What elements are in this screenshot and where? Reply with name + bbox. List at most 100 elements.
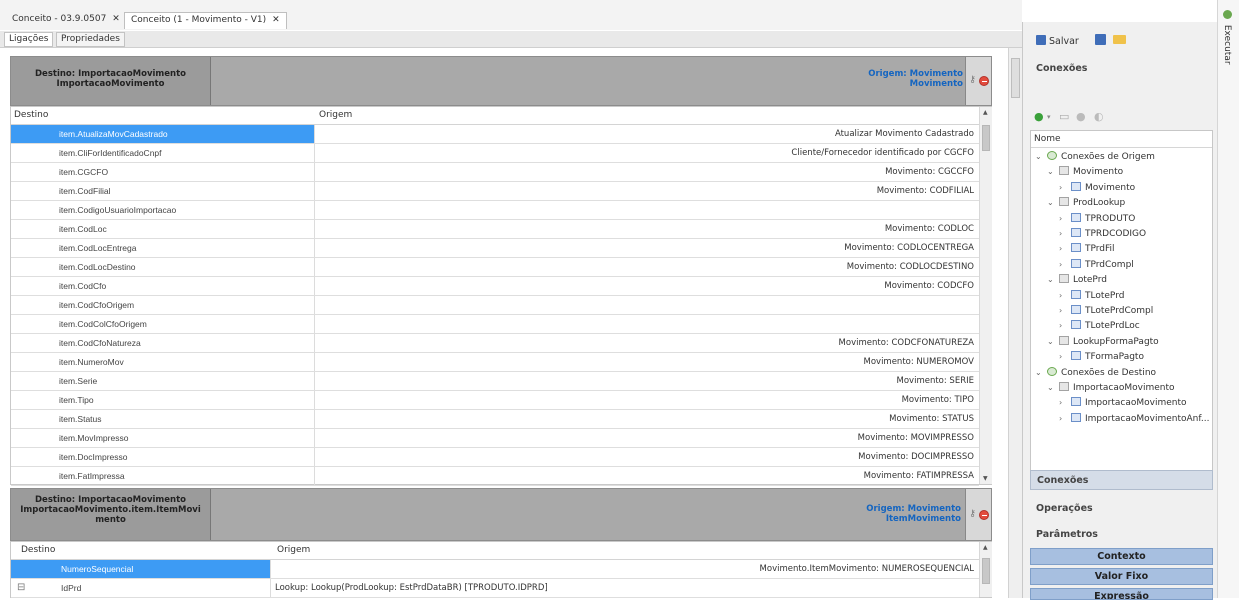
destino-cell[interactable]: item.CodColCfoOrigem [11,315,315,333]
add-icon[interactable]: ● [1034,110,1044,123]
close-icon[interactable]: ✕ [112,14,120,24]
tree-item[interactable]: › TLotePrdCompl [1059,305,1153,320]
table-row[interactable]: item.Tipo Movimento: TIPO [11,391,979,410]
table-row[interactable]: item.FatImpressa Movimento: FATIMPRESSA [11,467,979,486]
destino-cell[interactable]: item.CodCfoOrigem [11,296,315,314]
origem-cell[interactable] [315,201,979,219]
delete-icon[interactable] [979,510,989,520]
chevron-right-icon[interactable]: › [1059,244,1069,253]
chevron-right-icon[interactable]: › [1059,398,1069,407]
destino-cell[interactable]: NumeroSequencial [11,560,271,578]
table-row[interactable]: item.CodLocDestino Movimento: CODLOCDESTI… [11,258,979,277]
nav-parametros[interactable]: Parâmetros [1030,525,1213,545]
destino-cell[interactable]: item.CodFilial [11,182,315,200]
origem-cell[interactable]: Movimento: CODLOC [315,220,979,238]
grid-scrollbar[interactable]: ▲ ▼ [979,107,992,484]
destino-cell[interactable]: item.MovImpresso [11,429,315,447]
edit-icon[interactable]: ▭ [1059,110,1069,123]
splitter-scrollbar[interactable] [1008,48,1022,598]
origem-cell[interactable]: Movimento: SERIE [315,372,979,390]
table-row[interactable]: item.Serie Movimento: SERIE [11,372,979,391]
chevron-down-icon[interactable]: ⌄ [1047,275,1057,284]
destino-cell[interactable]: item.CodLocEntrega [11,239,315,257]
tree-item[interactable]: ⌄ ImportacaoMovimento [1047,382,1175,397]
origem-cell[interactable]: Movimento: FATIMPRESSA [315,467,979,485]
origem-cell[interactable]: Movimento: TIPO [315,391,979,409]
chevron-down-icon[interactable]: ⌄ [1047,337,1057,346]
chevron-right-icon[interactable]: › [1059,352,1069,361]
tree-item[interactable]: › Movimento [1059,182,1135,197]
table-row[interactable]: item.CGCFO Movimento: CGCCFO [11,163,979,182]
nav-operacoes[interactable]: Operações [1030,499,1213,519]
tree-item[interactable]: ⌄ Conexões de Destino [1035,367,1156,382]
scroll-up-icon[interactable]: ▲ [983,544,988,551]
destino-cell[interactable]: item.CodCfoNatureza [11,334,315,352]
table-row[interactable]: item.CodLocEntrega Movimento: CODLOCENTRE… [11,239,979,258]
destino-cell[interactable]: item.Tipo [11,391,315,409]
tree-item[interactable]: › TFormaPagto [1059,351,1144,366]
origem-cell[interactable]: Movimento: CODCFONATUREZA [315,334,979,352]
table-row[interactable]: item.CodCfoOrigem [11,296,979,315]
table-row[interactable]: IdPrd Lookup: Lookup(ProdLookup: EstPrdDa… [11,579,979,598]
contexto-button[interactable]: Contexto [1030,548,1213,565]
close-icon[interactable]: ✕ [272,15,280,25]
chevron-right-icon[interactable]: › [1059,183,1069,192]
destino-cell[interactable]: item.DocImpresso [11,448,315,466]
origem-cell[interactable]: Movimento: STATUS [315,410,979,428]
origem-cell[interactable]: Cliente/Fornecedor identificado por CGCF… [315,144,979,162]
tab-ligacoes[interactable]: Ligações [4,32,54,47]
tree-item[interactable]: ⌄ ProdLookup [1047,197,1125,212]
table-row[interactable]: item.MovImpresso Movimento: MOVIMPRESSO [11,429,979,448]
chevron-down-icon[interactable]: ⌄ [1047,383,1057,392]
destino-cell[interactable]: item.AtualizaMovCadastrado [11,125,315,143]
origem-cell[interactable]: Movimento.ItemMovimento: NUMEROSEQUENCIA… [271,560,979,578]
origem-cell[interactable]: Movimento: CODLOCENTREGA [315,239,979,257]
scroll-thumb[interactable] [1011,58,1020,98]
tree-item[interactable]: › TPRODUTO [1059,213,1135,228]
chevron-down-icon[interactable]: ⌄ [1047,167,1057,176]
scroll-down-icon[interactable]: ▼ [983,475,988,482]
grid-scrollbar[interactable]: ▲ [979,542,992,597]
chevron-down-icon[interactable]: ⌄ [1035,152,1045,161]
destino-cell[interactable]: item.CliForIdentificadoCnpf [11,144,315,162]
delete-icon[interactable] [979,76,989,86]
chevron-right-icon[interactable]: › [1059,214,1069,223]
scroll-thumb[interactable] [982,125,990,151]
origem-cell[interactable]: Movimento: DOCIMPRESSO [315,448,979,466]
destino-cell[interactable]: item.Serie [11,372,315,390]
origem-cell[interactable]: Movimento: CODCFO [315,277,979,295]
expand-icon[interactable]: ⊟ [17,582,25,593]
table-row[interactable]: item.CliForIdentificadoCnpf Cliente/Forne… [11,144,979,163]
origem-cell[interactable]: Movimento: CODFILIAL [315,182,979,200]
origem-cell[interactable]: Lookup: Lookup(ProdLookup: EstPrdDataBR)… [271,579,979,597]
key-icon[interactable]: ⚷ [967,75,978,85]
chevron-down-icon[interactable]: ▾ [1047,113,1051,121]
chevron-right-icon[interactable]: › [1059,321,1069,330]
key-icon[interactable]: ⚷ [967,509,978,519]
table-row[interactable]: item.CodCfoNatureza Movimento: CODCFONATU… [11,334,979,353]
scroll-up-icon[interactable]: ▲ [983,109,988,116]
tree-item[interactable]: › TLotePrdLoc [1059,320,1140,335]
table-row[interactable]: item.CodFilial Movimento: CODFILIAL [11,182,979,201]
expressao-button[interactable]: Expressão [1030,588,1213,600]
remove-icon[interactable]: ● [1076,110,1086,123]
destino-cell[interactable]: item.CodigoUsuarioImportacao [11,201,315,219]
table-row[interactable]: item.DocImpresso Movimento: DOCIMPRESSO [11,448,979,467]
table-row[interactable]: item.CodigoUsuarioImportacao [11,201,979,220]
tree-item[interactable]: › ImportacaoMovimentoAnf... [1059,413,1209,428]
tree-item[interactable]: ⌄ Conexões de Origem [1035,151,1155,166]
destino-cell[interactable]: item.CodCfo [11,277,315,295]
tree-item[interactable]: ⌄ Movimento [1047,166,1123,181]
open-folder-icon[interactable] [1113,35,1126,44]
origem-cell[interactable]: Movimento: NUMEROMOV [315,353,979,371]
tree-item[interactable]: ⌄ LookupFormaPagto [1047,336,1159,351]
table-row[interactable]: item.AtualizaMovCadastrado Atualizar Movi… [11,125,979,144]
link-icon[interactable]: ◐ [1094,110,1104,123]
save-button[interactable]: Salvar [1036,35,1079,47]
destino-cell[interactable]: item.CodLocDestino [11,258,315,276]
tree-item[interactable]: › TPrdFil [1059,243,1115,258]
tree-item[interactable]: › TLotePrd [1059,290,1124,305]
table-row[interactable]: item.CodColCfoOrigem [11,315,979,334]
origem-cell[interactable] [315,296,979,314]
chevron-right-icon[interactable]: › [1059,306,1069,315]
